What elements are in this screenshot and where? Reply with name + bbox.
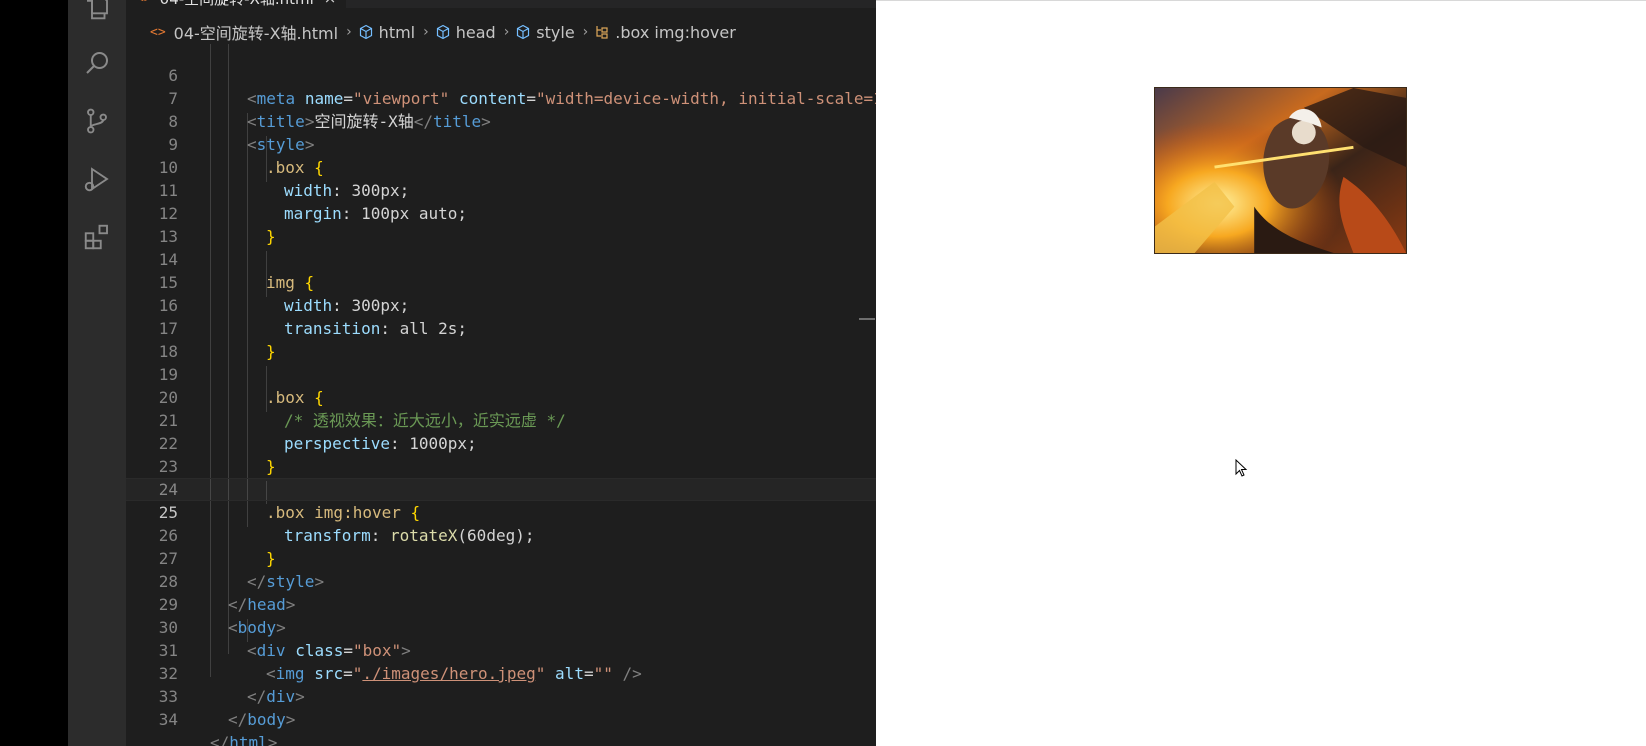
code-line: 12 }: [126, 179, 919, 246]
cube-icon: [359, 24, 372, 40]
code-line: 29 <body>: [126, 570, 919, 637]
chevron-right-icon: ›: [346, 24, 352, 40]
chevron-right-icon: ›: [582, 24, 589, 40]
chevron-right-icon: ›: [503, 24, 510, 40]
code-line: 6 <meta name="viewport" content="width=d…: [126, 41, 919, 108]
code-line: 9 .box {: [126, 110, 919, 177]
tag-name: body: [247, 710, 286, 729]
code-line: 8 <style>: [126, 87, 919, 154]
hero-artwork: [1155, 88, 1406, 253]
breadcrumb-item-selector[interactable]: .box img:hover: [594, 23, 736, 42]
code-line: 18: [126, 317, 919, 361]
code-line: 13: [126, 202, 919, 246]
code-line: 34 </html>: [126, 685, 919, 746]
html-file-icon: <>: [136, 0, 152, 6]
code-line: 10 width: 300px;: [126, 133, 919, 200]
chevron-right-icon: ›: [423, 24, 429, 40]
code-line: 32 </div>: [126, 639, 919, 706]
breadcrumb-label: head: [455, 22, 496, 42]
cube-icon: [436, 24, 449, 40]
code-area[interactable]: 6 <meta name="viewport" content="width=d…: [126, 44, 919, 746]
code-line: 22 }: [126, 409, 919, 476]
breadcrumb-label: style: [536, 22, 575, 42]
code-line: 15 width: 300px;: [126, 248, 919, 315]
code-line: 26 }: [126, 501, 919, 568]
code-line: 23: [126, 432, 919, 476]
editor-tab[interactable]: <> 04-空间旋转-X轴.html ×: [126, 0, 347, 9]
search-icon[interactable]: [82, 48, 112, 78]
hero-image[interactable]: [1154, 87, 1407, 254]
breadcrumb-item-head[interactable]: head ›: [435, 23, 516, 42]
mouse-cursor-icon: [1235, 459, 1248, 477]
breadcrumb-item-style[interactable]: style ›: [515, 23, 594, 42]
extensions-icon[interactable]: [82, 222, 112, 252]
code-line: 27 </style>: [126, 524, 919, 591]
code-line: 20 /* 透视效果：近大远小，近实远虚 */: [126, 363, 919, 430]
browser-preview: [876, 0, 1646, 746]
code-line: 16 transition: all 2s;: [126, 271, 919, 338]
scrollbar-thumb[interactable]: [859, 318, 875, 320]
line-number: 34: [158, 710, 178, 729]
breadcrumb-label: html: [378, 22, 416, 42]
code-line: 17 }: [126, 294, 919, 361]
code-line: 21 perspective: 1000px;: [126, 386, 919, 453]
code-line: 14 img {: [126, 225, 919, 292]
source-control-icon[interactable]: [82, 106, 112, 136]
selector-icon: [596, 26, 608, 39]
code-line: 7 <title>空间旋转-X轴</title>: [126, 64, 919, 131]
explorer-icon[interactable]: [82, 0, 112, 22]
tag-name: html: [229, 733, 268, 746]
code-line: 33 </body>: [126, 662, 919, 729]
run-debug-icon[interactable]: [82, 164, 112, 194]
activity-bar: [68, 0, 126, 746]
window-backdrop: [0, 0, 68, 746]
close-tab-icon[interactable]: ×: [324, 0, 337, 7]
code-line: 28 </head>: [126, 547, 919, 614]
breadcrumb-label: .box img:hover: [615, 22, 736, 42]
code-editor[interactable]: <> 04-空间旋转-X轴.html × ▯ ⋯ <> 04-空间旋转-X轴.h…: [126, 0, 919, 746]
code-line: 31 <img src="./images/hero.jpeg" alt="" …: [126, 616, 919, 683]
tab-strip: <> 04-空间旋转-X轴.html × ▯ ⋯: [126, 0, 919, 8]
breadcrumb-item-html[interactable]: html ›: [358, 23, 435, 42]
code-line: 19 .box {: [126, 340, 919, 407]
cube-icon: [517, 24, 530, 40]
html-file-icon: <>: [150, 24, 166, 40]
code-line: 11 margin: 100px auto;: [126, 156, 919, 223]
code-line: 30 <div class="box">: [126, 593, 919, 660]
editor-tab-title: 04-空间旋转-X轴.html: [160, 0, 314, 9]
code-line: 24 .box img:hover {: [126, 455, 919, 522]
code-line-current: 25 transform: rotateX(60deg);: [126, 478, 919, 545]
